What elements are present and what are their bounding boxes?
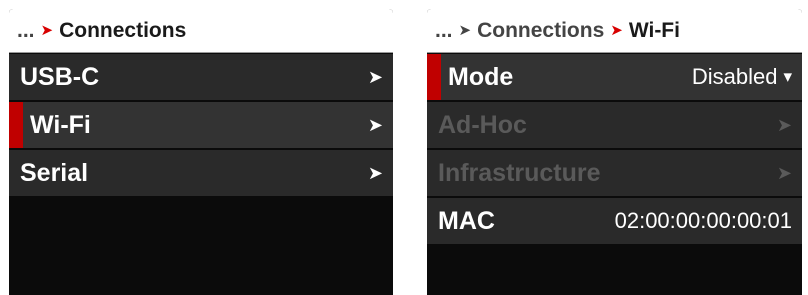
menu-list: Mode Disabled ▾ Ad-Hoc ➤ Infrastructure … [427,54,802,246]
mode-value: Disabled [691,64,778,89]
wifi-panel: ... ➤ Connections ➤ Wi-Fi Mode Disabled … [427,9,802,295]
breadcrumb-current: Connections [59,18,187,42]
menu-item-ad-hoc: Ad-Hoc ➤ [427,102,802,150]
breadcrumb-separator-icon: ➤ [40,21,54,39]
breadcrumb-ellipsis[interactable]: ... [435,19,453,43]
selection-indicator [9,102,23,148]
breadcrumb: ... ➤ Connections [9,9,393,53]
menu-item-usb-c[interactable]: USB-C ➤ [9,54,393,102]
breadcrumb-separator-icon: ➤ [610,21,623,39]
chevron-right-icon: ➤ [776,114,792,135]
mode-select[interactable]: Disabled ▾ [692,64,792,90]
breadcrumb-ellipsis[interactable]: ... [17,19,35,43]
chevron-right-icon: ➤ [367,66,383,87]
chevron-right-icon: ➤ [776,162,792,183]
menu-item-label: USB-C [20,62,100,91]
chevron-down-icon: ▾ [783,67,792,86]
breadcrumb-current: Wi-Fi [628,18,680,42]
menu-item-serial[interactable]: Serial ➤ [9,150,393,198]
breadcrumb: ... ➤ Connections ➤ Wi-Fi [427,9,802,53]
menu-item-label: Infrastructure [438,158,601,187]
menu-item-mode[interactable]: Mode Disabled ▾ [427,54,802,102]
menu-item-label: MAC [438,206,495,235]
menu-item-wi-fi[interactable]: Wi-Fi ➤ [9,102,393,150]
chevron-right-icon: ➤ [367,114,383,135]
menu-item-label: Serial [20,158,89,187]
menu-list: USB-C ➤ Wi-Fi ➤ Serial ➤ [9,54,393,198]
connections-panel: ... ➤ Connections USB-C ➤ Wi-Fi ➤ Serial… [9,9,393,295]
menu-item-label: Ad-Hoc [438,110,527,139]
menu-item-mac: MAC 02:00:00:00:00:01 [427,198,802,246]
menu-item-label: Wi-Fi [30,110,91,139]
breadcrumb-parent[interactable]: Connections [477,19,604,43]
mac-address-value: 02:00:00:00:00:01 [614,208,792,233]
chevron-right-icon: ➤ [367,162,383,183]
breadcrumb-separator-icon: ➤ [458,21,472,39]
menu-item-infrastructure: Infrastructure ➤ [427,150,802,198]
menu-item-label: Mode [448,62,514,91]
selection-indicator [427,54,441,100]
